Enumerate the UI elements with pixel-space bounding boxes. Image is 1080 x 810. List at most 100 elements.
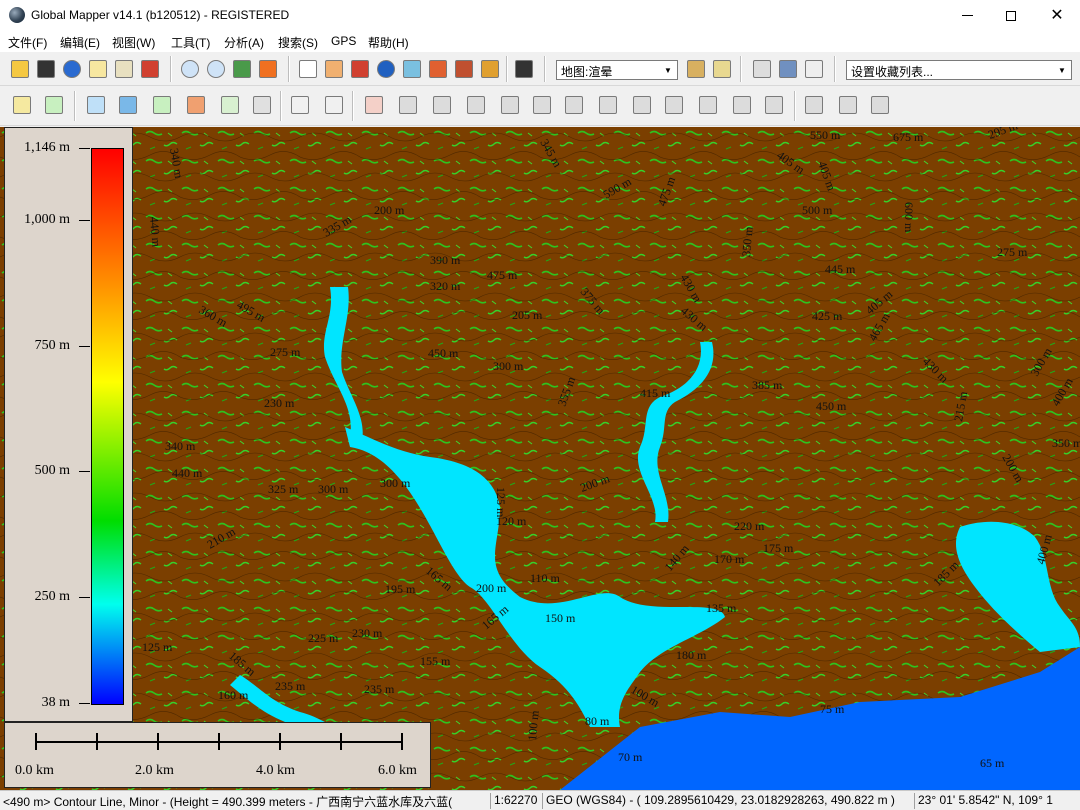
binoculars-icon <box>515 60 533 78</box>
buffer-button[interactable] <box>218 93 242 117</box>
3d-view-button[interactable] <box>710 57 734 81</box>
filter-button[interactable] <box>478 57 502 81</box>
find-button[interactable] <box>512 57 536 81</box>
favorites-select[interactable]: 设置收藏列表... ▼ <box>846 60 1072 80</box>
catalog-button[interactable] <box>86 57 110 81</box>
home-icon <box>259 60 277 78</box>
zoom-tool-button[interactable] <box>296 57 320 81</box>
edit-tool-10[interactable] <box>696 93 720 117</box>
edit-tool-6[interactable] <box>562 93 586 117</box>
contour-label: 675 m <box>893 130 924 144</box>
contour-label: 125 m <box>142 640 173 654</box>
home-button[interactable] <box>256 57 280 81</box>
elevation-color-ramp <box>91 148 124 705</box>
grid-button[interactable] <box>250 93 274 117</box>
edit-tool-14[interactable] <box>836 93 860 117</box>
flag-button[interactable] <box>750 57 774 81</box>
scale-tick <box>401 733 403 750</box>
insert-vertex-button[interactable] <box>322 93 346 117</box>
status-feature-info: <490 m> Contour Line, Minor - (Height = … <box>3 795 453 809</box>
shader-button[interactable] <box>684 57 708 81</box>
zoom-out-button[interactable] <box>204 57 228 81</box>
contour-label: 235 m <box>275 679 306 693</box>
contour-label: 195 m <box>385 582 416 596</box>
maximize-icon <box>1006 10 1016 21</box>
edit-tool-8[interactable] <box>630 93 654 117</box>
scale-label-0: 0.0 km <box>15 763 54 778</box>
scale-tick <box>157 733 159 750</box>
zoom-layer-button[interactable] <box>230 57 254 81</box>
web-button[interactable] <box>60 57 84 81</box>
edit-tool-1[interactable] <box>396 93 420 117</box>
contour-label: 300 m <box>318 482 349 496</box>
edit-tool-11[interactable] <box>730 93 754 117</box>
legend-tick <box>79 220 90 221</box>
edit-tool-3[interactable] <box>464 93 488 117</box>
scale-tick <box>96 733 98 750</box>
info-tool-button[interactable] <box>374 57 398 81</box>
contour-label: 320 m <box>430 279 461 293</box>
create-line-button[interactable] <box>42 93 66 117</box>
menu-analysis[interactable]: 分析(A) <box>224 34 264 51</box>
menu-edit[interactable]: 编辑(E) <box>60 34 100 51</box>
chevron-down-icon: ▼ <box>664 65 672 75</box>
menu-tools[interactable]: 工具(T) <box>171 34 210 51</box>
edit-tool-7[interactable] <box>596 93 620 117</box>
config-button[interactable] <box>138 57 162 81</box>
contour-button[interactable] <box>84 93 108 117</box>
contour-label: 200 m <box>374 203 405 217</box>
view-shed-button[interactable] <box>426 57 450 81</box>
toolbar-separator <box>506 56 508 82</box>
close-button[interactable]: ✕ <box>1034 0 1080 31</box>
edit-tool-12[interactable] <box>762 93 786 117</box>
path-profile-button[interactable] <box>400 57 424 81</box>
edit-tool-15[interactable] <box>868 93 892 117</box>
toolbar-separator <box>352 91 354 121</box>
toolbar-separator <box>74 91 76 121</box>
minimize-button[interactable] <box>944 0 990 31</box>
overlay-control-button[interactable] <box>112 57 136 81</box>
vertex-button[interactable] <box>288 93 312 117</box>
menu-help[interactable]: 帮助(H) <box>368 34 409 51</box>
split-line-button[interactable] <box>362 93 386 117</box>
save-button[interactable] <box>34 57 58 81</box>
menu-file[interactable]: 文件(F) <box>8 34 47 51</box>
contour-label: 230 m <box>352 626 383 640</box>
edit-tool-9[interactable] <box>662 93 686 117</box>
watershed-button[interactable] <box>116 93 140 117</box>
edit-tool-2[interactable] <box>430 93 454 117</box>
zoom-in-button[interactable] <box>178 57 202 81</box>
create-point-button[interactable] <box>150 93 174 117</box>
open-button[interactable] <box>8 57 32 81</box>
app-window: Global Mapper v14.1 (b120512) - REGISTER… <box>0 0 1080 810</box>
create-area-button[interactable] <box>10 93 34 117</box>
digitizer-toolbar <box>0 86 1080 126</box>
contour-label: 75 m <box>820 702 845 716</box>
digitizer-button[interactable] <box>452 57 476 81</box>
menu-search[interactable]: 搜索(S) <box>278 34 318 51</box>
contour-label: 175 m <box>763 541 794 555</box>
menu-gps[interactable]: GPS <box>331 34 356 48</box>
coords-icon <box>187 96 205 114</box>
coordinate-button[interactable] <box>184 93 208 117</box>
map-style-select[interactable]: 地图:渲晕 ▼ <box>556 60 678 80</box>
contour-label: 155 m <box>420 654 451 668</box>
save-icon <box>37 60 55 78</box>
map-view[interactable]: 340 m 200 m 345 m 590 m 475 m 550 m 675 m 295 m… <box>0 127 1080 790</box>
pan-tool-button[interactable] <box>322 57 346 81</box>
contour-label: 450 m <box>428 346 459 360</box>
scale-tick <box>35 733 37 750</box>
gps-button[interactable] <box>776 57 800 81</box>
edit-tool-13[interactable] <box>802 93 826 117</box>
edit-tool-4[interactable] <box>498 93 522 117</box>
title-bar: Global Mapper v14.1 (b120512) - REGISTER… <box>0 0 1080 31</box>
contour-label: 550 m <box>810 128 841 142</box>
gps-track-button[interactable] <box>802 57 826 81</box>
contour-label: 390 m <box>430 253 461 267</box>
edit-icon <box>565 96 583 114</box>
menu-view[interactable]: 视图(W) <box>112 34 155 51</box>
measure-tool-button[interactable] <box>348 57 372 81</box>
edit-tool-5[interactable] <box>530 93 554 117</box>
toolbar-separator <box>794 91 796 121</box>
maximize-button[interactable] <box>988 0 1034 31</box>
